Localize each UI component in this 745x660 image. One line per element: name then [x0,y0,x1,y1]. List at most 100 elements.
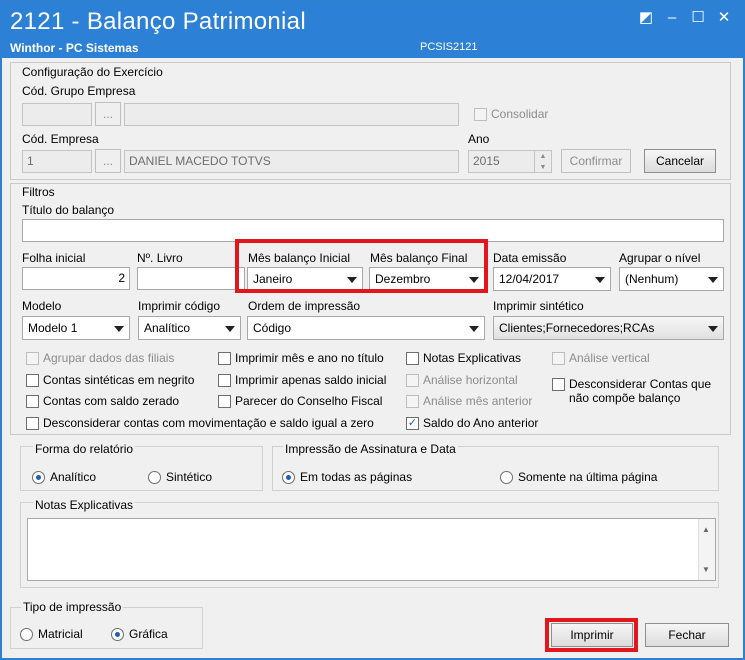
tipo-grafica-radio[interactable]: Gráfica [111,627,168,641]
saldo-ano-box[interactable]: ✓ [406,416,419,430]
cancelar-button[interactable]: Cancelar [644,149,716,173]
empresa-input[interactable]: 1 [22,150,92,173]
ordem-value: Código [253,321,292,335]
spin-up-icon[interactable]: ▲ [535,151,551,162]
imprimir-mes-ano-checkbox[interactable]: Imprimir mês e ano no título [218,351,384,365]
imprimir-button[interactable]: Imprimir [551,623,633,647]
data-emissao-picker[interactable]: 12/04/2017 [493,267,611,291]
parecer-box[interactable] [218,394,231,408]
contas-negrito-label: Contas sintéticas em negrito [43,373,195,387]
contas-zerado-checkbox[interactable]: Contas com saldo zerado [26,394,179,408]
scroll-up-icon[interactable]: ▲ [702,525,710,534]
folha-input[interactable]: 2 [22,267,130,290]
filtros-panel: Filtros Título do balanço Folha inicial … [10,183,731,435]
tipo-matricial-dot[interactable] [20,627,33,641]
window-subtitle: Winthor - PC Sistemas [10,41,139,55]
saldo-ano-checkbox[interactable]: ✓ Saldo do Ano anterior [406,416,538,430]
window-title: 2121 - Balanço Patrimonial [10,8,306,35]
ano-input[interactable]: 2015 ▲ ▼ [468,150,552,173]
analise-vertical-checkbox[interactable]: Análise vertical [552,351,650,365]
assinatura-todas-dot[interactable] [282,470,295,484]
spin-down-icon[interactable]: ▼ [535,162,551,172]
forma-sintetico-dot[interactable] [148,470,161,484]
minimize-icon[interactable]: ‒ [662,10,682,26]
agrupar-filiais-box[interactable] [26,351,39,365]
imprimir-saldo-checkbox[interactable]: Imprimir apenas saldo inicial [218,373,386,387]
ordem-select[interactable]: Código [247,316,485,340]
agrupar-select[interactable]: (Nenhum) [619,267,724,291]
saldo-ano-label: Saldo do Ano anterior [423,416,539,430]
desconsiderar-contas-box[interactable] [552,378,565,391]
chevron-down-icon [114,326,124,332]
parecer-checkbox[interactable]: Parecer do Conselho Fiscal [218,394,382,408]
ordem-label: Ordem de impressão [248,299,361,313]
chevron-down-icon [708,326,718,332]
desconsiderar-mov-box[interactable] [26,416,39,430]
ano-spinner[interactable]: ▲ ▼ [534,151,551,172]
contas-negrito-checkbox[interactable]: Contas sintéticas em negrito [26,373,194,387]
tipo-matricial-radio[interactable]: Matricial [20,627,83,641]
consolidar-box[interactable] [474,107,487,121]
notas-textarea[interactable]: ▲ ▼ [27,518,716,581]
scroll-down-icon[interactable]: ▼ [702,565,710,574]
livro-input[interactable] [137,267,245,290]
livro-label: Nº. Livro [137,251,183,265]
mes-final-select[interactable]: Dezembro [369,267,485,291]
fechar-button[interactable]: Fechar [645,623,729,647]
forma-legend: Forma do relatório [33,442,136,456]
maximize-icon[interactable]: ☐ [688,10,708,26]
titulo-input[interactable] [22,219,724,242]
grupo-empresa-input[interactable] [22,103,92,126]
forma-analitico-radio[interactable]: Analítico [32,470,96,484]
grupo-empresa-search-button[interactable]: ... [95,102,121,126]
analise-mes-checkbox[interactable]: Análise mês anterior [406,394,532,408]
restore-icon[interactable]: ◩ [636,10,656,26]
modelo-label: Modelo [22,299,62,313]
assinatura-ultima-dot[interactable] [500,470,513,484]
forma-sintetico-radio[interactable]: Sintético [148,470,212,484]
assinatura-group: Impressão de Assinatura e Data Em todas … [272,442,719,491]
forma-group: Forma do relatório Analítico Sintético [20,442,263,491]
forma-analitico-dot[interactable] [32,470,45,484]
modelo-value: Modelo 1 [28,321,78,335]
titulo-label: Título do balanço [22,203,115,217]
analise-mes-box[interactable] [406,394,419,408]
mes-inicial-value: Janeiro [253,272,293,286]
title-bar[interactable]: 2121 - Balanço Patrimonial Winthor - PC … [2,2,743,58]
assinatura-todas-label: Em todas as páginas [300,470,413,484]
contas-zerado-box[interactable] [26,394,39,408]
tipo-group: Tipo de impressão Matricial Gráfica [10,600,203,649]
grupo-empresa-desc [124,103,459,126]
assinatura-todas-radio[interactable]: Em todas as páginas [282,470,412,484]
analise-vertical-box[interactable] [552,351,565,365]
imprimir-mes-ano-box[interactable] [218,351,231,365]
chevron-down-icon [347,277,357,283]
assinatura-ultima-radio[interactable]: Somente na última página [500,470,657,484]
tipo-matricial-label: Matricial [38,627,83,641]
analise-horizontal-checkbox[interactable]: Análise horizontal [406,373,518,387]
notas-scrollbar[interactable]: ▲ ▼ [698,519,715,580]
assinatura-legend: Impressão de Assinatura e Data [283,442,458,456]
forma-analitico-label: Analítico [50,470,97,484]
imprimir-codigo-select[interactable]: Analítico [138,316,241,340]
mes-inicial-select[interactable]: Janeiro [247,267,363,291]
sintetico-select[interactable]: Clientes;Fornecedores;RCAs [493,316,724,340]
close-icon[interactable]: ✕ [714,10,734,26]
consolidar-checkbox[interactable]: Consolidar [474,107,548,121]
grupo-empresa-label: Cód. Grupo Empresa [22,84,136,98]
contas-zerado-label: Contas com saldo zerado [43,394,180,408]
agrupar-filiais-checkbox[interactable]: Agrupar dados das filiais [26,351,174,365]
notas-checkbox[interactable]: Notas Explicativas [406,351,521,365]
imprimir-saldo-box[interactable] [218,373,231,387]
notas-box[interactable] [406,351,419,365]
tipo-grafica-dot[interactable] [111,627,124,641]
mes-final-value: Dezembro [375,272,431,286]
desconsiderar-contas-checkbox[interactable]: Desconsiderar Contas que não compõe bala… [552,377,711,405]
confirmar-button[interactable]: Confirmar [561,149,631,173]
analise-horizontal-box[interactable] [406,373,419,387]
contas-negrito-box[interactable] [26,373,39,387]
modelo-select[interactable]: Modelo 1 [22,316,130,340]
empresa-search-button[interactable]: ... [95,149,121,173]
desconsiderar-mov-checkbox[interactable]: Desconsiderar contas com movimentação e … [26,416,374,430]
filtros-legend: Filtros [22,185,55,199]
